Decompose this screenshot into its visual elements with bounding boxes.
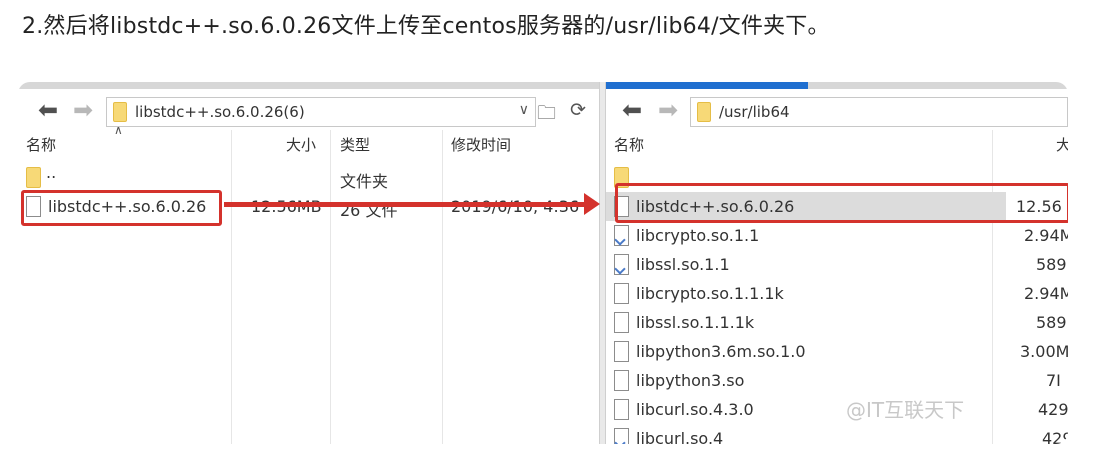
file-name: libssl.so.1.1 — [636, 255, 730, 274]
right-path-text: /usr/lib64 — [719, 103, 790, 121]
column-header-type[interactable]: 类型 — [340, 134, 370, 155]
left-path-text: libstdc++.so.6.0.26(6) — [135, 103, 305, 121]
file-size: 589I — [1036, 313, 1068, 332]
forward-arrow-icon[interactable]: ➡ — [658, 98, 678, 122]
watermark: @IT互联天下 — [846, 398, 965, 422]
file-row[interactable]: libcrypto.so.1.1.1k 2.94M — [606, 279, 1068, 308]
file-name: libpython3.so — [636, 371, 745, 390]
folder-icon — [113, 102, 127, 122]
file-row[interactable]: libpython3.so 7I — [606, 366, 1068, 395]
screenshot-frame: ⬅ ➡ libstdc++.so.6.0.26(6) ∨ 🗀 ⟳ ∧ 名称 大小… — [18, 82, 1068, 444]
remote-file-pane: ⬅ ➡ /usr/lib64 名称 大 libstdc++.so.6.0.26 … — [606, 82, 1068, 444]
file-row[interactable]: libssl.so.1.1 589I — [606, 250, 1068, 279]
file-size: 2.94M — [1024, 226, 1068, 245]
symlink-file-icon — [614, 254, 629, 275]
file-row[interactable]: libssl.so.1.1.1k 589I — [606, 308, 1068, 337]
file-size: 429 — [1042, 429, 1068, 444]
file-icon — [614, 399, 629, 420]
pane-top-bar — [18, 82, 599, 89]
sort-caret-icon: ∧ — [114, 123, 123, 137]
chevron-down-icon[interactable]: ∨ — [519, 102, 529, 118]
file-size: 7I — [1046, 371, 1061, 390]
file-size: 2.94M — [1024, 284, 1068, 303]
highlight-box-source — [21, 190, 222, 226]
left-nav-bar: ⬅ ➡ libstdc++.so.6.0.26(6) ∨ 🗀 ⟳ — [18, 94, 599, 128]
left-path-field[interactable]: libstdc++.so.6.0.26(6) ∨ — [106, 97, 536, 127]
file-name: .. — [46, 163, 57, 182]
file-name: libcurl.so.4 — [636, 429, 724, 444]
folder-icon — [697, 102, 711, 122]
file-row[interactable]: libcurl.so.4 429 — [606, 424, 1068, 444]
file-name: libpython3.6m.so.1.0 — [636, 342, 806, 361]
file-type: 26 文件 — [340, 201, 398, 220]
local-file-pane: ⬅ ➡ libstdc++.so.6.0.26(6) ∨ 🗀 ⟳ ∧ 名称 大小… — [18, 82, 599, 444]
file-icon — [614, 283, 629, 304]
folder-icon — [26, 167, 41, 188]
file-name: libcrypto.so.1.1 — [636, 226, 760, 245]
column-header-size[interactable]: 大小 — [286, 134, 316, 155]
file-icon — [614, 370, 629, 391]
symlink-file-icon — [614, 225, 629, 246]
active-tab-bar[interactable] — [606, 82, 808, 89]
file-row[interactable]: libpython3.6m.so.1.0 3.00M — [606, 337, 1068, 366]
forward-arrow-icon[interactable]: ➡ — [73, 98, 93, 122]
file-row[interactable]: libcrypto.so.1.1 2.94M — [606, 221, 1068, 250]
transfer-arrow — [224, 202, 586, 207]
back-arrow-icon[interactable]: ⬅ — [622, 98, 642, 122]
back-arrow-icon[interactable]: ⬅ — [38, 98, 58, 122]
arrow-head-icon — [584, 193, 600, 215]
right-path-field[interactable]: /usr/lib64 — [690, 97, 1068, 127]
page-heading: 2.然后将libstdc++.so.6.0.26文件上传至centos服务器的/… — [22, 14, 830, 39]
highlight-box-destination — [615, 183, 1068, 223]
file-size: 589I — [1036, 255, 1068, 274]
pane-splitter[interactable] — [599, 82, 606, 444]
column-header-name[interactable]: 名称 — [26, 134, 56, 155]
file-icon — [614, 341, 629, 362]
column-header-modified[interactable]: 修改时间 — [451, 134, 511, 155]
file-name: libssl.so.1.1.1k — [636, 313, 755, 332]
column-header-size[interactable]: 大 — [1056, 134, 1068, 155]
folder-tree-icon[interactable]: 🗀 — [537, 99, 556, 131]
pane-top-bar — [808, 82, 1068, 89]
symlink-file-icon — [614, 428, 629, 444]
refresh-icon[interactable]: ⟳ — [570, 99, 586, 121]
file-icon — [614, 312, 629, 333]
right-nav-bar: ⬅ ➡ /usr/lib64 — [606, 94, 1068, 128]
column-header-name[interactable]: 名称 — [614, 134, 644, 155]
file-size: 429I — [1038, 400, 1068, 419]
file-name: libcurl.so.4.3.0 — [636, 400, 754, 419]
file-row[interactable]: libcurl.so.4.3.0 429I — [606, 395, 1068, 424]
file-name: libcrypto.so.1.1.1k — [636, 284, 784, 303]
file-size: 3.00M — [1020, 342, 1068, 361]
file-row-parent[interactable]: .. 文件夹 — [18, 163, 599, 192]
file-type: 文件夹 — [340, 172, 389, 191]
